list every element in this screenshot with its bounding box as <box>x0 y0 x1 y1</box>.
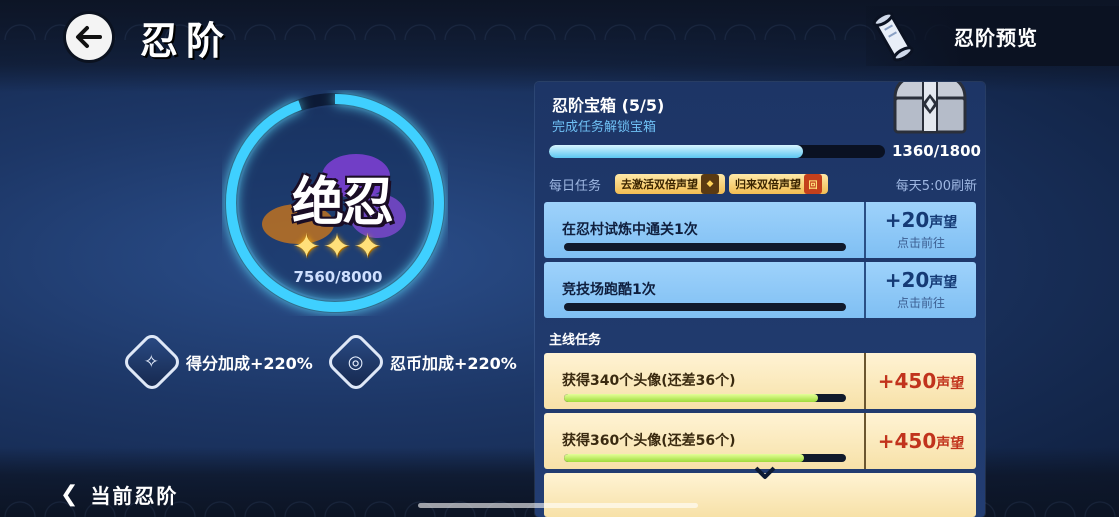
task-reward[interactable]: +20声望 点击前往 <box>866 262 976 318</box>
rank-preview-label: 忍阶预览 <box>954 25 1038 50</box>
task-reward[interactable]: +20声望 点击前往 <box>866 202 976 258</box>
rank-stars: ✦ ✦ ✦ <box>277 230 397 264</box>
score-bonus-label: 得分加成+220% <box>186 354 313 373</box>
coin-bonus-icon: ◎ <box>324 330 388 394</box>
current-rank-button[interactable]: ❮ 当前忍阶 <box>60 480 178 509</box>
scroll-icon <box>872 11 914 62</box>
task-progress-bar <box>564 243 846 251</box>
treasure-chest-icon[interactable] <box>887 82 973 140</box>
task-progress-bar <box>564 394 846 402</box>
chest-subtitle: 完成任务解锁宝箱 <box>552 120 657 135</box>
rank-progress-text: 7560/8000 <box>293 268 383 286</box>
task-progress-bar <box>564 303 846 311</box>
task-name: 在忍村试炼中通关1次 <box>562 222 698 238</box>
score-bonus: ✧ 得分加成+220% <box>120 330 313 394</box>
back-button[interactable] <box>66 14 112 60</box>
go-link[interactable]: 点击前往 <box>897 294 945 311</box>
rank-name: 绝忍 <box>291 172 394 233</box>
task-name: 竞技场跑酷1次 <box>562 282 656 298</box>
page-title: 忍阶 <box>140 18 233 63</box>
star-icon: ✦ <box>353 227 382 267</box>
go-link[interactable]: 点击前往 <box>897 234 945 251</box>
star-icon: ✦ <box>322 227 352 267</box>
daily-header: 每日任务 去激活双倍声望 ◆ 归来双倍声望 回 每天5:00刷新 <box>549 172 977 196</box>
chest-title: 忍阶宝箱 (5/5) <box>552 96 665 115</box>
chest-progress-bar <box>549 145 885 158</box>
home-indicator <box>418 503 698 508</box>
coin-bonus-label: 忍币加成+220% <box>390 354 517 373</box>
daily-task-row[interactable]: 竞技场跑酷1次 +20声望 点击前往 <box>544 262 976 318</box>
task-name: 获得360个头像(还差56个) <box>562 433 736 449</box>
daily-reset-text: 每天5:00刷新 <box>895 178 977 194</box>
rank-preview-button[interactable]: 忍阶预览 <box>866 6 1119 66</box>
chevron-down-icon[interactable] <box>754 466 776 480</box>
return-badge-icon: 回 <box>804 174 823 194</box>
chest-progress-fill <box>549 145 804 158</box>
character-icon: ◆ <box>701 174 720 194</box>
coin-bonus: ◎ 忍币加成+220% <box>324 330 517 394</box>
current-rank-label: 当前忍阶 <box>90 484 179 508</box>
chevron-left-icon: ❮ <box>60 482 81 507</box>
main-task-row[interactable]: 获得360个头像(还差56个) +450声望 <box>544 413 976 469</box>
main-task-row[interactable]: 获得340个头像(还差36个) +450声望 <box>544 353 976 409</box>
task-name: 获得340个头像(还差36个) <box>562 373 736 389</box>
task-progress-bar <box>564 454 846 462</box>
arrow-left-icon <box>76 26 102 48</box>
return-double-pill[interactable]: 归来双倍声望 回 <box>729 174 829 194</box>
task-reward: +450声望 <box>877 429 965 453</box>
rank-task-panel: 忍阶宝箱 (5/5) 完成任务解锁宝箱 1360/1800 每日任务 去激活双倍… <box>535 82 985 517</box>
daily-task-row[interactable]: 在忍村试炼中通关1次 +20声望 点击前往 <box>544 202 976 258</box>
task-reward: +450声望 <box>877 369 965 393</box>
main-quest-label: 主线任务 <box>549 333 602 348</box>
star-icon: ✦ <box>292 227 321 267</box>
daily-label: 每日任务 <box>549 178 602 194</box>
activate-double-pill[interactable]: 去激活双倍声望 ◆ <box>615 174 726 194</box>
chest-count: 1360/1800 <box>892 142 981 160</box>
score-bonus-icon: ✧ <box>120 330 184 394</box>
